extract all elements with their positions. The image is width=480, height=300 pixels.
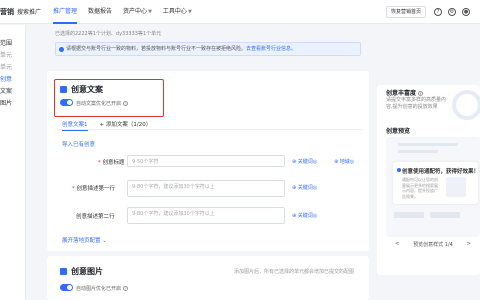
logo-text: 营销	[0, 7, 14, 16]
chevron-down-icon: ▼	[187, 8, 192, 15]
creative-image-title: 创意图片	[60, 266, 103, 277]
creative-title-input[interactable]: 9-50个字符	[127, 155, 285, 167]
tabs-divider	[55, 129, 363, 130]
chevron-down-icon: ▼	[148, 8, 152, 15]
next-preview-button[interactable]: >	[467, 241, 471, 248]
user-icon[interactable]: ●	[462, 8, 470, 16]
insert-keyword-link-2[interactable]: ⊕ 关键词◎	[292, 184, 317, 191]
tip-title: 创意使用通配符，获得好效果！	[402, 169, 480, 175]
tip-illustration	[446, 177, 466, 197]
logo[interactable]: 营销 搜索推广	[0, 7, 41, 17]
field-label-desc1: * 创意描述第一行	[72, 186, 116, 192]
sidebar-item-text[interactable]: 文案	[0, 86, 25, 98]
creative-desc1-input[interactable]: 9-80个字符，建议添加30个字符以上	[127, 180, 285, 197]
richness-title: 创意丰富度?	[386, 90, 424, 97]
restore-home-button[interactable]: 恢复营销首页	[385, 6, 426, 18]
prev-preview-button[interactable]: <	[395, 241, 399, 248]
nav-promotion-management[interactable]: 推广管理	[53, 0, 78, 24]
auto-text-toggle-label: 自动文案优化已开启?	[76, 101, 129, 107]
sidebar-item-scope[interactable]: 范围	[0, 38, 25, 50]
preview-pager-label: 预览创意样式 1/4	[413, 242, 453, 248]
selection-info: 已选择的2222等1个计划、dy33333等1个单元	[55, 31, 162, 37]
image-hint: 添加图片后，所有已选择的单元都会增加已提交的配图	[234, 269, 355, 275]
industry-notice: 请根据交与账号行业一致的物料，若投放物料与账号行业不一致存在被拒绝风险。去查看账…	[55, 42, 361, 56]
notice-text: 请根据交与账号行业一致的物料，若投放物料与账号行业不一致存在被拒绝风险。	[66, 46, 247, 52]
auto-image-toggle[interactable]	[60, 284, 73, 291]
insert-region-link[interactable]: ⊕ 地域◎	[334, 158, 354, 165]
sidebar-item-image[interactable]: 图片	[0, 98, 25, 110]
sidebar: 范围 单元 单元 创意 文案 图片	[0, 25, 26, 300]
nav-asset-center[interactable]: 资产中心▼	[123, 0, 152, 24]
chevron-down-icon: ⌄	[102, 238, 107, 244]
field-label-desc2: 创意描述第二行	[76, 214, 115, 220]
creative-desc2-input[interactable]: 9-80个字符，建议添加30个字符以上	[127, 207, 285, 224]
sidebar-item-unit[interactable]: 单元	[0, 50, 25, 62]
creative-text-title: 创意文案	[60, 84, 103, 95]
nav-tool-center[interactable]: 工具中心▼	[163, 0, 192, 24]
image-icon	[60, 268, 67, 275]
top-right-actions: 恢复营销首页 ? ⚙ ●	[385, 6, 476, 18]
help-icon[interactable]: ?	[434, 8, 442, 16]
help-icon[interactable]: ?	[418, 91, 424, 96]
main-nav: 推广管理 数据报告 资产中心▼ 工具中心▼	[53, 0, 203, 24]
top-bar: 营销 搜索推广 推广管理 数据报告 资产中心▼ 工具中心▼ 恢复营销首页 ? ⚙…	[0, 0, 480, 24]
import-existing-creative-link[interactable]: 导入已有创意	[62, 140, 95, 148]
preview-placeholder-block	[394, 212, 424, 218]
insert-keyword-link[interactable]: ⊕ 关键词◎	[292, 158, 317, 165]
preview-placeholder-line	[398, 143, 458, 146]
preview-pager: < 预览创意样式 1/4 >	[387, 241, 479, 248]
help-icon[interactable]: ?	[123, 101, 129, 106]
settings-icon[interactable]: ⚙	[448, 8, 456, 16]
info-icon	[59, 47, 64, 52]
preview-placeholder-block	[430, 212, 460, 218]
richness-gauge	[452, 90, 480, 120]
creative-image-card	[47, 256, 369, 300]
insert-keyword-link-3[interactable]: ⊕ 关键词◎	[292, 212, 317, 219]
preview-placeholder-line	[398, 150, 438, 153]
help-icon[interactable]: ?	[123, 286, 129, 291]
richness-text: 请提交丰富多样的高质量内容,提升创意的投放效果	[386, 97, 447, 110]
nav-data-report[interactable]: 数据报告	[88, 0, 112, 24]
document-icon	[60, 86, 67, 93]
industry-info-link[interactable]: 去查看账号行业信息。	[246, 46, 296, 52]
tip-text: 通配符可以让您的创意展示更多的搜索展示内容，提升投放广告效果。	[402, 177, 438, 199]
expand-landing-page-link[interactable]: 展开落地页配置 ⌄	[62, 236, 107, 244]
preview-title: 创意预览	[386, 128, 411, 135]
tip-icon	[397, 168, 401, 172]
auto-image-toggle-label: 自动图片优化已开启?	[76, 286, 129, 292]
logo-subtitle: 搜索推广	[17, 9, 42, 16]
sidebar-item-creative[interactable]: 创意	[0, 74, 25, 86]
sidebar-item-unit-2[interactable]: 单元	[0, 62, 25, 74]
field-label-title: * 创意标题	[98, 160, 125, 166]
auto-text-toggle[interactable]	[60, 99, 73, 106]
